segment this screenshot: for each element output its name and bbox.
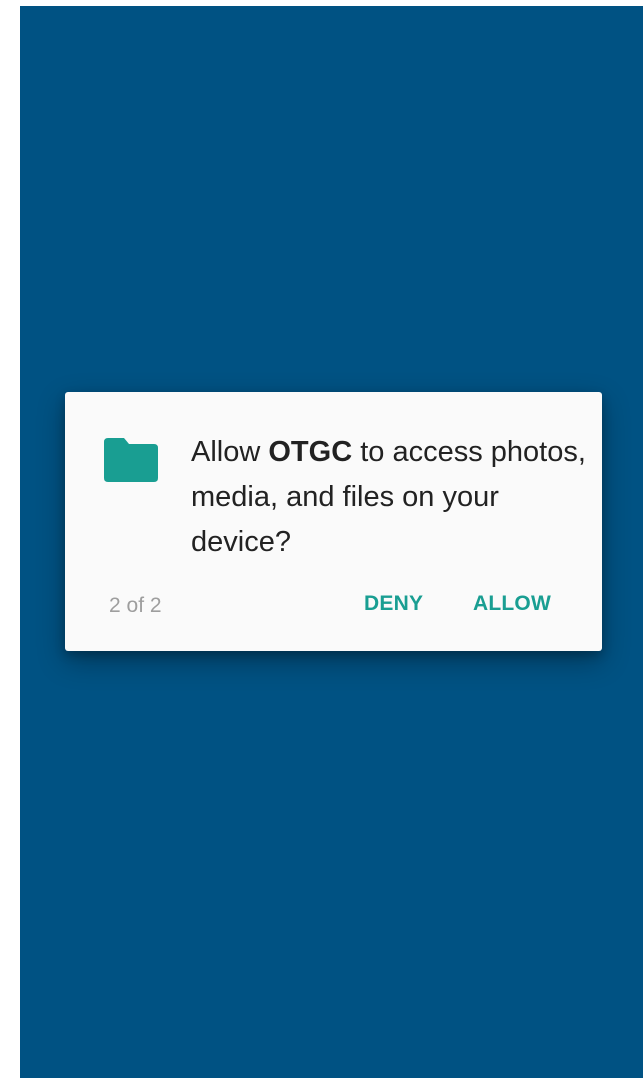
message-prefix: Allow bbox=[191, 436, 269, 468]
deny-button[interactable]: DENY bbox=[364, 592, 423, 616]
app-name: OTGC bbox=[268, 436, 353, 468]
folder-icon bbox=[104, 438, 158, 482]
permission-dialog: Allow OTGC to access photos, media, and … bbox=[65, 392, 602, 651]
device-frame: Allow OTGC to access photos, media, and … bbox=[0, 0, 643, 1078]
app-background: Allow OTGC to access photos, media, and … bbox=[20, 6, 643, 1078]
permission-message: Allow OTGC to access photos, media, and … bbox=[191, 430, 586, 565]
allow-button[interactable]: ALLOW bbox=[473, 592, 551, 616]
permission-counter: 2 of 2 bbox=[109, 594, 162, 617]
